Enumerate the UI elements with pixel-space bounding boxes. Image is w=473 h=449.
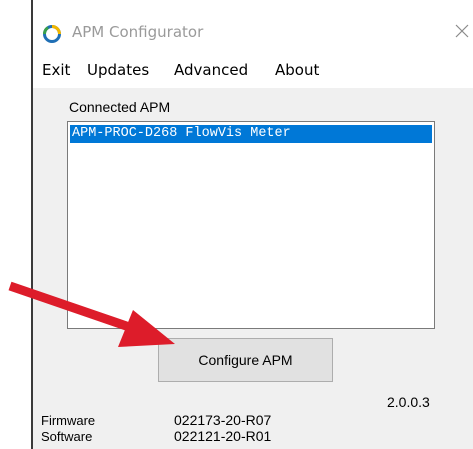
apm-configurator-window: APM Configurator Exit Updates Advanced A… [33,0,473,449]
menu-updates[interactable]: Updates [87,61,149,79]
list-item[interactable]: APM-PROC-D268 FlowVis Meter [70,125,432,143]
connected-apm-listbox[interactable]: APM-PROC-D268 FlowVis Meter [67,121,435,329]
menu-about[interactable]: About [275,61,319,79]
configure-apm-button-label: Configure APM [198,352,293,368]
firmware-label: Firmware [41,413,96,428]
version-label: 2.0.0.3 [387,394,430,410]
configure-apm-button[interactable]: Configure APM [158,338,333,382]
window-title: APM Configurator [72,23,204,41]
close-icon[interactable] [451,20,473,42]
menu-exit[interactable]: Exit [42,61,70,79]
connected-apm-label: Connected APM [69,99,171,115]
title-bar[interactable]: APM Configurator [33,10,473,50]
client-area: Connected APM APM-PROC-D268 FlowVis Mete… [33,88,473,449]
menu-bar: Exit Updates Advanced About [33,56,473,86]
menu-advanced[interactable]: Advanced [174,61,248,79]
firmware-value: 022173-20-R07 [174,412,272,428]
software-value: 022121-20-R01 [174,428,272,444]
app-logo-icon [42,25,61,43]
software-label: Software [41,429,93,444]
